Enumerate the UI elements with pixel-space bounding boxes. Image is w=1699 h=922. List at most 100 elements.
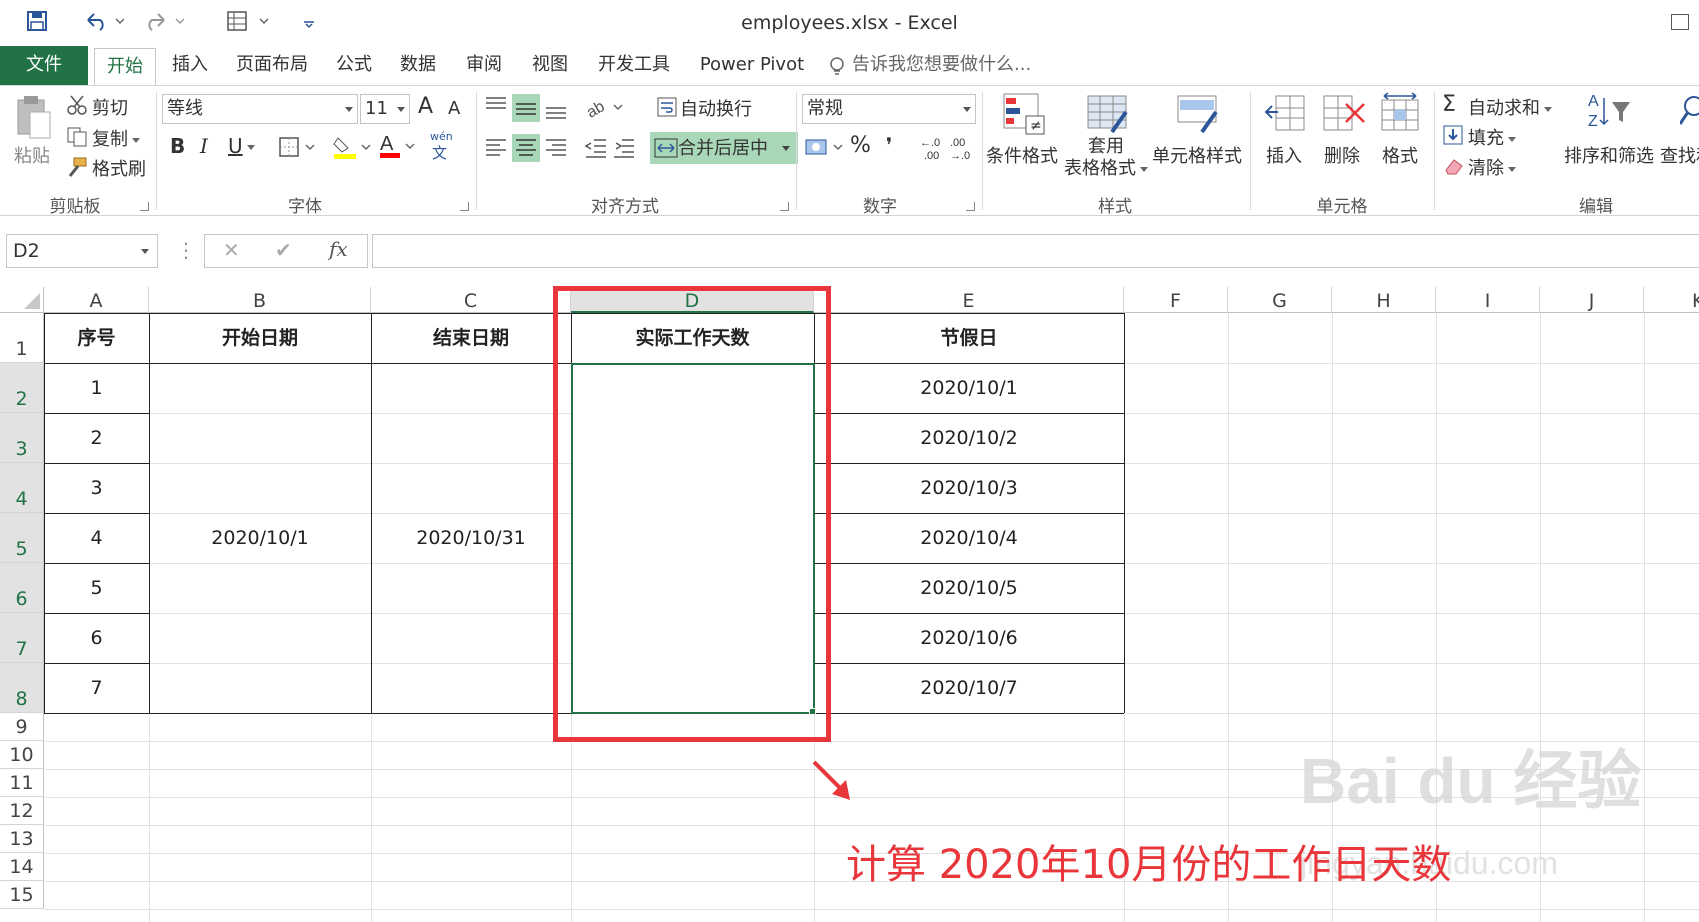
- select-all-corner[interactable]: [0, 287, 44, 313]
- row-header-14[interactable]: 14: [0, 853, 44, 881]
- clear-button[interactable]: 清除: [1468, 154, 1516, 180]
- tab-insert[interactable]: 插入: [164, 46, 216, 86]
- name-box[interactable]: D2: [6, 234, 158, 268]
- tell-me-search[interactable]: 告诉我您想要做什么...: [852, 46, 1042, 86]
- shrink-font-button[interactable]: A: [448, 98, 460, 119]
- column-header-h[interactable]: H: [1332, 287, 1436, 313]
- format-cells-button[interactable]: 格式: [1382, 142, 1418, 168]
- merge-center-button[interactable]: 合并后居中: [650, 132, 798, 164]
- currency-icon[interactable]: [804, 136, 848, 162]
- alignment-launcher-icon[interactable]: [780, 202, 789, 211]
- cell-e8[interactable]: 2020/10/7: [814, 663, 1124, 713]
- column-header-k[interactable]: K: [1644, 287, 1699, 313]
- conditional-formatting-icon[interactable]: ≠: [1002, 92, 1046, 140]
- fill-color-icon[interactable]: [332, 134, 376, 164]
- cell-b2-merged[interactable]: 2020/10/1: [149, 363, 371, 713]
- insert-cells-icon[interactable]: [1264, 92, 1308, 140]
- fill-button[interactable]: 填充: [1468, 124, 1516, 150]
- column-header-e[interactable]: E: [814, 287, 1124, 313]
- cell-a7[interactable]: 6: [44, 613, 149, 663]
- copy-button[interactable]: 复制: [92, 125, 140, 151]
- formula-input[interactable]: [372, 234, 1699, 268]
- row-header-7[interactable]: 7: [0, 613, 44, 663]
- tab-review[interactable]: 审阅: [458, 46, 510, 86]
- tab-data[interactable]: 数据: [392, 46, 444, 86]
- cancel-icon[interactable]: ✕: [223, 238, 240, 262]
- row-header-5[interactable]: 5: [0, 513, 44, 563]
- cell-a2[interactable]: 1: [44, 363, 149, 413]
- cell-e2[interactable]: 2020/10/1: [814, 363, 1124, 413]
- column-header-c[interactable]: C: [371, 287, 571, 313]
- cell-e1[interactable]: 节假日: [814, 313, 1124, 363]
- row-header-9[interactable]: 9: [0, 713, 44, 741]
- tab-home[interactable]: 开始: [94, 48, 156, 88]
- cell-b1[interactable]: 开始日期: [149, 313, 371, 363]
- bold-button[interactable]: B: [170, 134, 185, 158]
- format-as-table-button[interactable]: 表格格式: [1064, 154, 1148, 180]
- find-select-button[interactable]: 查找和: [1660, 142, 1699, 168]
- row-header-1[interactable]: 1: [0, 313, 44, 363]
- row-header-13[interactable]: 13: [0, 825, 44, 853]
- sort-filter-button[interactable]: 排序和筛选: [1564, 142, 1654, 168]
- column-header-i[interactable]: I: [1436, 287, 1540, 313]
- align-left-icon[interactable]: [484, 134, 574, 166]
- cell-styles-button[interactable]: 单元格样式: [1152, 142, 1242, 168]
- tab-view[interactable]: 视图: [524, 46, 576, 86]
- orientation-icon[interactable]: ab: [584, 96, 626, 122]
- clipboard-launcher-icon[interactable]: [140, 202, 149, 211]
- cell-a6[interactable]: 5: [44, 563, 149, 613]
- cut-icon[interactable]: [66, 94, 88, 120]
- insert-cells-button[interactable]: 插入: [1266, 142, 1302, 168]
- cell-a5[interactable]: 4: [44, 513, 149, 563]
- row-header-6[interactable]: 6: [0, 563, 44, 613]
- indent-icon[interactable]: [584, 136, 640, 164]
- format-painter-icon[interactable]: [66, 156, 88, 182]
- cell-e5[interactable]: 2020/10/4: [814, 513, 1124, 563]
- eraser-icon[interactable]: [1442, 154, 1464, 180]
- autosum-button[interactable]: 自动求和: [1468, 94, 1552, 120]
- column-header-g[interactable]: G: [1228, 287, 1332, 313]
- number-launcher-icon[interactable]: [966, 202, 975, 211]
- wrap-text-button[interactable]: 自动换行: [680, 95, 752, 121]
- cell-a8[interactable]: 7: [44, 663, 149, 713]
- column-header-j[interactable]: J: [1540, 287, 1644, 313]
- format-painter-button[interactable]: 格式刷: [92, 155, 146, 181]
- ribbon-display-icon[interactable]: [1671, 14, 1689, 30]
- column-header-f[interactable]: F: [1124, 287, 1228, 313]
- sigma-icon[interactable]: Σ: [1442, 92, 1456, 117]
- cell-e6[interactable]: 2020/10/5: [814, 563, 1124, 613]
- cut-button[interactable]: 剪切: [92, 94, 128, 120]
- underline-button[interactable]: U: [228, 134, 255, 158]
- cell-a4[interactable]: 3: [44, 463, 149, 513]
- grow-font-button[interactable]: A: [418, 94, 433, 119]
- enter-icon[interactable]: ✔: [275, 238, 292, 262]
- format-cells-icon[interactable]: [1378, 92, 1422, 140]
- font-color-icon[interactable]: A: [378, 132, 422, 164]
- paste-button[interactable]: 粘贴: [14, 142, 50, 168]
- cell-e4[interactable]: 2020/10/3: [814, 463, 1124, 513]
- font-name-select[interactable]: 等线: [162, 94, 358, 124]
- tab-power-pivot[interactable]: Power Pivot: [692, 46, 812, 86]
- row-header-15[interactable]: 15: [0, 881, 44, 909]
- cell-c2-merged[interactable]: 2020/10/31: [371, 363, 571, 713]
- conditional-formatting-button[interactable]: 条件格式: [986, 142, 1058, 168]
- font-size-select[interactable]: 11: [360, 94, 410, 124]
- tab-formulas[interactable]: 公式: [328, 46, 380, 86]
- row-header-3[interactable]: 3: [0, 413, 44, 463]
- delete-cells-button[interactable]: 删除: [1324, 142, 1360, 168]
- insert-function-button[interactable]: fx: [329, 237, 348, 261]
- delete-cells-icon[interactable]: [1322, 92, 1366, 140]
- tab-developer[interactable]: 开发工具: [590, 46, 678, 86]
- row-header-12[interactable]: 12: [0, 797, 44, 825]
- fill-icon[interactable]: [1442, 124, 1464, 150]
- borders-icon[interactable]: [278, 136, 318, 162]
- find-select-icon[interactable]: [1678, 94, 1699, 138]
- cell-e3[interactable]: 2020/10/2: [814, 413, 1124, 463]
- copy-icon[interactable]: [66, 126, 88, 152]
- sort-filter-icon[interactable]: AZ: [1588, 90, 1632, 138]
- row-header-2[interactable]: 2: [0, 363, 44, 413]
- tab-page-layout[interactable]: 页面布局: [228, 46, 316, 86]
- merge-dropdown-icon[interactable]: [782, 146, 790, 151]
- wrap-text-icon[interactable]: [656, 96, 678, 122]
- column-header-b[interactable]: B: [149, 287, 371, 313]
